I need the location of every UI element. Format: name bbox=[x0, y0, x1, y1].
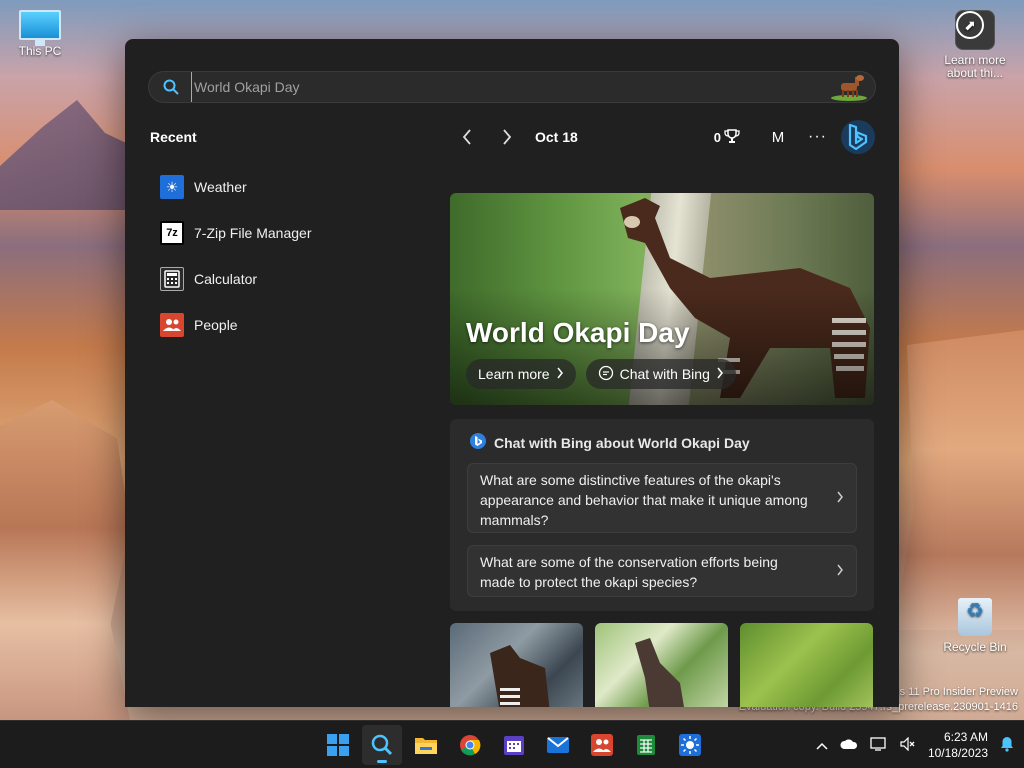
clock[interactable]: 6:23 AM 10/18/2023 bbox=[928, 729, 988, 761]
weather-icon: ☀ bbox=[160, 175, 184, 199]
recycle-bin-icon: ♻ bbox=[958, 598, 992, 636]
more-options-button[interactable]: ··· bbox=[808, 128, 827, 146]
learn-more-label: Learn more bbox=[478, 366, 550, 382]
chat-suggestion-1[interactable]: What are some distinctive features of th… bbox=[467, 463, 857, 533]
desktop-icon-learn-more[interactable]: ⬈ Learn more about thi... bbox=[935, 10, 1015, 80]
system-tray: 6:23 AM 10/18/2023 bbox=[816, 721, 1014, 768]
recent-item-7zip[interactable]: 7z 7-Zip File Manager bbox=[160, 210, 312, 256]
taskbar: 6:23 AM 10/18/2023 bbox=[0, 720, 1024, 768]
recent-item-weather[interactable]: ☀ Weather bbox=[160, 164, 312, 210]
taskbar-file-explorer[interactable] bbox=[406, 725, 446, 765]
image-thumbnails bbox=[450, 623, 874, 707]
start-button[interactable] bbox=[318, 725, 358, 765]
search-icon bbox=[163, 78, 181, 96]
monitor-icon bbox=[19, 10, 61, 46]
clock-date: 10/18/2023 bbox=[927, 746, 988, 760]
okapi-thumbnail-2[interactable] bbox=[595, 623, 728, 707]
taskbar-search-button[interactable] bbox=[362, 725, 402, 765]
recent-item-calculator[interactable]: Calculator bbox=[160, 256, 312, 302]
recent-item-people[interactable]: People bbox=[160, 302, 312, 348]
desktop-icon-recycle-bin[interactable]: ♻ Recycle Bin bbox=[935, 598, 1015, 654]
trophy-icon bbox=[724, 128, 740, 147]
onedrive-icon[interactable] bbox=[840, 737, 858, 753]
rewards-count: 0 bbox=[713, 129, 722, 145]
chat-suggestion-text: What are some of the conservation effort… bbox=[480, 554, 778, 590]
next-button[interactable] bbox=[495, 125, 519, 149]
desktop-icon-label: This PC bbox=[18, 44, 62, 58]
spreadsheet-icon bbox=[637, 735, 655, 755]
calculator-icon bbox=[160, 267, 184, 291]
highlight-date: Oct 18 bbox=[535, 129, 578, 145]
taskbar-chrome[interactable] bbox=[450, 725, 490, 765]
recent-item-label: 7-Zip File Manager bbox=[194, 225, 312, 241]
hero-card[interactable]: World Okapi Day Learn more Chat with Bin… bbox=[450, 193, 874, 405]
taskbar-people[interactable] bbox=[582, 725, 622, 765]
recent-item-label: Calculator bbox=[194, 271, 258, 287]
mail-icon bbox=[547, 737, 569, 753]
hero-title: World Okapi Day bbox=[466, 317, 690, 348]
recent-heading: Recent bbox=[150, 129, 197, 145]
recent-item-label: People bbox=[194, 317, 238, 333]
chat-with-bing-label: Chat with Bing bbox=[619, 366, 710, 382]
okapi-illustration-icon bbox=[829, 73, 871, 101]
chevron-right-icon bbox=[836, 488, 844, 508]
chevron-right-icon bbox=[716, 366, 724, 382]
chat-bubble-icon bbox=[598, 365, 614, 384]
chat-heading: Chat with Bing about World Okapi Day bbox=[494, 434, 750, 451]
search-bar[interactable] bbox=[148, 71, 876, 103]
chevron-right-icon bbox=[836, 561, 844, 581]
windows-logo-icon bbox=[327, 734, 349, 756]
recent-item-label: Weather bbox=[194, 179, 247, 195]
bing-chat-card: Chat with Bing about World Okapi Day Wha… bbox=[450, 419, 874, 611]
taskbar-weather[interactable] bbox=[670, 725, 710, 765]
desktop-icon-label: Recycle Bin bbox=[943, 640, 1007, 654]
taskbar-mail[interactable] bbox=[538, 725, 578, 765]
chat-suggestion-text: What are some distinctive features of th… bbox=[480, 472, 808, 528]
bing-icon bbox=[470, 433, 486, 452]
previous-button[interactable] bbox=[455, 125, 479, 149]
recent-list: ☀ Weather 7z 7-Zip File Manager Calculat… bbox=[160, 164, 312, 348]
people-icon bbox=[591, 734, 613, 756]
calendar-icon bbox=[504, 736, 524, 755]
okapi-thumbnail-1[interactable] bbox=[450, 623, 583, 707]
taskbar-calculator-sheet[interactable] bbox=[626, 725, 666, 765]
folder-icon bbox=[415, 738, 437, 754]
okapi-thumbnail-3[interactable] bbox=[740, 623, 873, 707]
network-icon[interactable] bbox=[870, 736, 888, 755]
learn-more-icon: ⬈ bbox=[955, 10, 995, 50]
notification-bell-icon[interactable] bbox=[1000, 736, 1014, 755]
chat-suggestion-2[interactable]: What are some of the conservation effort… bbox=[467, 545, 857, 597]
rewards-button[interactable]: 0 bbox=[714, 128, 740, 147]
taskbar-calendar[interactable] bbox=[494, 725, 534, 765]
bing-chat-button[interactable] bbox=[841, 120, 875, 154]
clock-time: 6:23 AM bbox=[943, 730, 988, 744]
watermark-edition: s 11 Pro Insider Preview bbox=[899, 686, 1018, 698]
chevron-up-icon[interactable] bbox=[816, 737, 828, 753]
learn-more-button[interactable]: Learn more bbox=[466, 359, 576, 389]
bing-icon bbox=[848, 124, 868, 150]
chevron-right-icon bbox=[556, 366, 564, 382]
search-icon bbox=[371, 734, 393, 756]
volume-muted-icon[interactable] bbox=[900, 736, 916, 754]
desktop-icon-this-pc[interactable]: This PC bbox=[0, 10, 80, 58]
highlights-nav: Oct 18 0 M ··· bbox=[455, 120, 875, 154]
chrome-icon bbox=[460, 735, 481, 756]
people-icon bbox=[160, 313, 184, 337]
account-avatar[interactable]: M bbox=[766, 125, 790, 149]
desktop-icon-label: Learn more about thi... bbox=[944, 53, 1006, 80]
7zip-icon: 7z bbox=[160, 221, 184, 245]
search-input[interactable] bbox=[191, 72, 829, 102]
chat-with-bing-button[interactable]: Chat with Bing bbox=[585, 359, 736, 389]
weather-icon bbox=[679, 734, 701, 756]
search-panel: Recent ☀ Weather 7z 7-Zip File Manager C… bbox=[125, 39, 899, 707]
